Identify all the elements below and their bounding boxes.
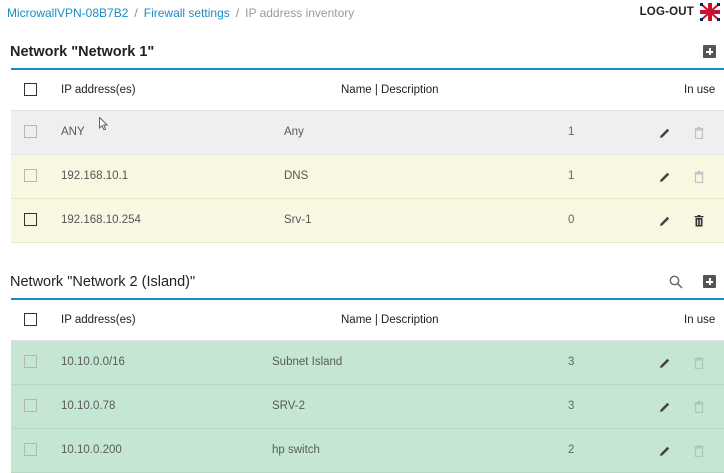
search-icon[interactable] xyxy=(669,275,683,289)
breadcrumb-device-link[interactable]: MicrowallVPN-08B7B2 xyxy=(7,6,128,20)
in-use-count: 3 xyxy=(568,356,575,368)
select-all-checkbox[interactable] xyxy=(24,83,37,96)
delete-icon[interactable] xyxy=(694,171,704,183)
column-header-in-use: In use xyxy=(684,314,716,326)
column-header-ip: IP address(es) xyxy=(61,314,136,326)
logout-button[interactable]: LOG-OUT xyxy=(640,6,694,18)
row-checkbox[interactable] xyxy=(24,399,37,412)
mouse-cursor-icon xyxy=(99,117,109,131)
network-2-title: Network "Network 2 (Island)" xyxy=(10,274,196,290)
network-1-table: IP address(es) Name | Description In use… xyxy=(11,68,724,243)
delete-icon[interactable] xyxy=(694,401,704,413)
breadcrumb-current: IP address inventory xyxy=(245,6,355,20)
in-use-count: 1 xyxy=(568,126,575,138)
column-header-name: Name | Description xyxy=(341,314,439,326)
row-checkbox[interactable] xyxy=(24,169,37,182)
row-checkbox[interactable] xyxy=(24,125,37,138)
delete-icon[interactable] xyxy=(694,445,704,457)
table-row[interactable]: 10.10.0.0/16 Subnet Island 3 xyxy=(11,341,724,385)
row-name: DNS xyxy=(284,170,309,182)
table-header: IP address(es) Name | Description In use xyxy=(11,68,724,111)
table-row[interactable]: 192.168.10.1 DNS 1 xyxy=(11,155,724,199)
edit-icon[interactable] xyxy=(659,127,671,139)
edit-icon[interactable] xyxy=(659,357,671,369)
table-row[interactable]: 10.10.0.78 SRV-2 3 xyxy=(11,385,724,429)
row-checkbox[interactable] xyxy=(24,355,37,368)
add-ip-button[interactable] xyxy=(703,275,716,288)
network-2-table: IP address(es) Name | Description In use… xyxy=(11,298,724,473)
in-use-count: 3 xyxy=(568,400,575,412)
row-name: Subnet Island xyxy=(272,356,343,368)
breadcrumb-separator: / xyxy=(235,6,240,20)
row-name: Srv-1 xyxy=(284,214,312,226)
in-use-count: 2 xyxy=(568,444,575,456)
top-bar: MicrowallVPN-08B7B2 / Firewall settings … xyxy=(0,0,724,26)
add-ip-button[interactable] xyxy=(703,45,716,58)
row-checkbox[interactable] xyxy=(24,213,37,226)
edit-icon[interactable] xyxy=(659,445,671,457)
edit-icon[interactable] xyxy=(659,215,671,227)
row-checkbox[interactable] xyxy=(24,443,37,456)
row-name: hp switch xyxy=(272,444,320,456)
in-use-count: 1 xyxy=(568,170,575,182)
table-header: IP address(es) Name | Description In use xyxy=(11,298,724,341)
ip-address: 10.10.0.78 xyxy=(61,400,116,412)
in-use-count: 0 xyxy=(568,214,575,226)
table-row[interactable]: ANY Any 1 xyxy=(11,111,724,155)
ip-address: 10.10.0.0/16 xyxy=(61,356,125,368)
table-row[interactable]: 192.168.10.254 Srv-1 0 xyxy=(11,199,724,243)
ip-address: 192.168.10.1 xyxy=(61,170,129,182)
select-all-checkbox[interactable] xyxy=(24,313,37,326)
edit-icon[interactable] xyxy=(659,171,671,183)
column-header-ip: IP address(es) xyxy=(61,84,136,96)
ip-address: 10.10.0.200 xyxy=(61,444,122,456)
breadcrumb-firewall-link[interactable]: Firewall settings xyxy=(144,6,230,20)
table-row[interactable]: 10.10.0.200 hp switch 2 xyxy=(11,429,724,473)
column-header-name: Name | Description xyxy=(341,84,439,96)
delete-icon[interactable] xyxy=(694,215,704,227)
delete-icon[interactable] xyxy=(694,357,704,369)
breadcrumb-separator: / xyxy=(134,6,138,20)
delete-icon[interactable] xyxy=(694,127,704,139)
network-1-title: Network "Network 1" xyxy=(10,44,155,60)
column-header-in-use: In use xyxy=(684,84,716,96)
uk-flag-icon[interactable] xyxy=(700,3,720,21)
ip-address: ANY xyxy=(61,126,85,138)
edit-icon[interactable] xyxy=(659,401,671,413)
row-name: Any xyxy=(284,126,304,138)
ip-address: 192.168.10.254 xyxy=(61,214,141,226)
row-name: SRV-2 xyxy=(272,400,306,412)
